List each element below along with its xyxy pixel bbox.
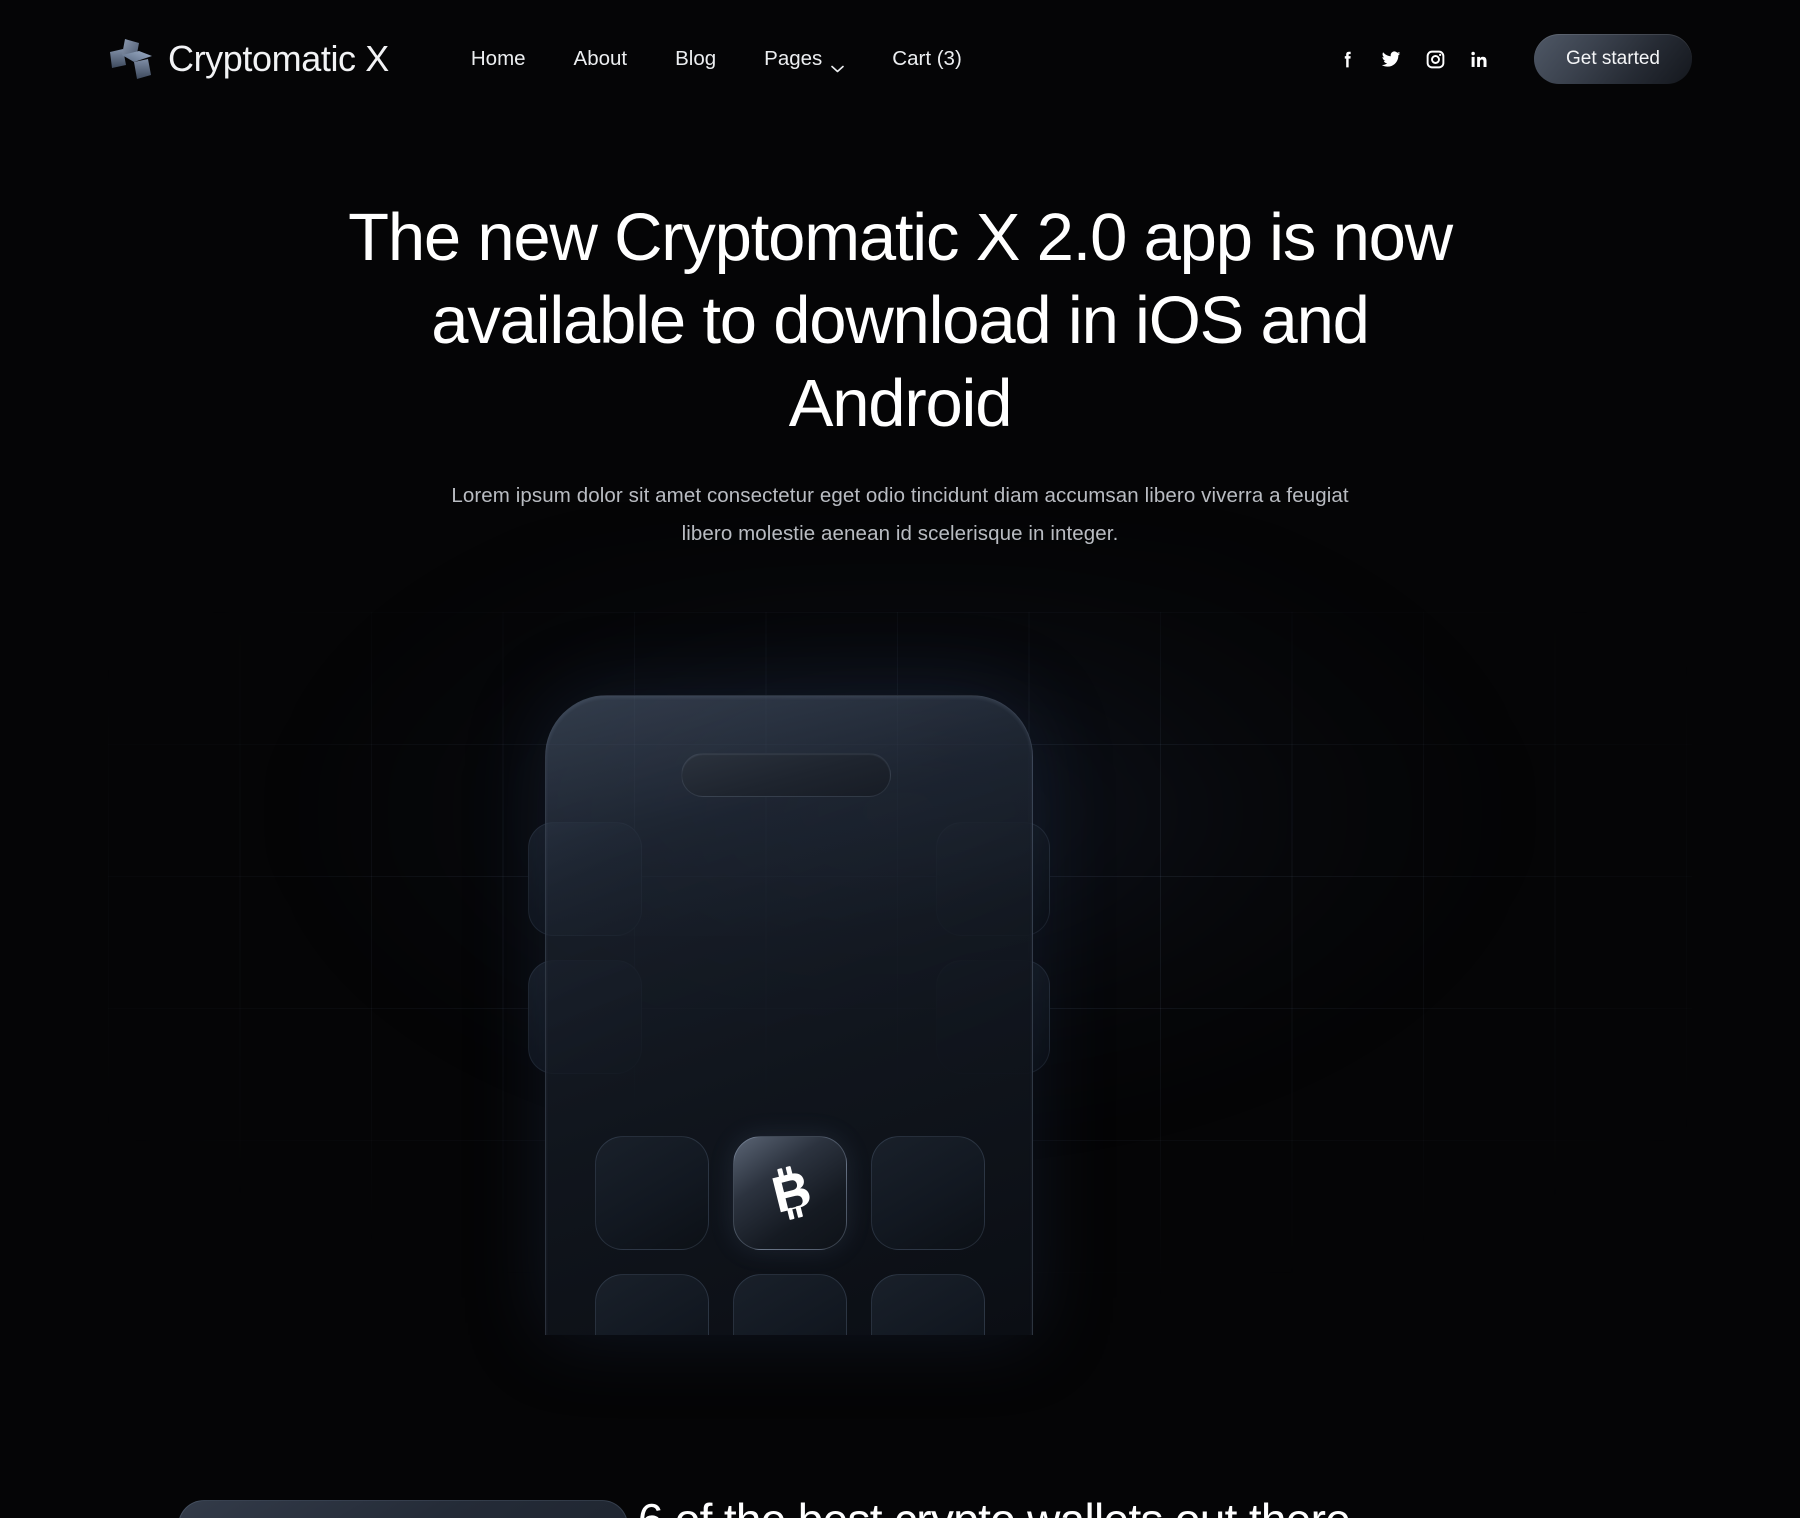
linkedin-icon[interactable]	[1468, 48, 1490, 70]
nav-item-blog[interactable]: Blog	[651, 47, 740, 71]
nav-item-label: Pages	[764, 47, 823, 70]
nav-item-label: Cart (3)	[892, 47, 962, 70]
brand-name: Cryptomatic X	[168, 38, 389, 79]
facebook-icon[interactable]	[1336, 48, 1358, 70]
nav-links: Home About Blog Pages Cart (3)	[447, 47, 986, 73]
nav-item-label: About	[573, 47, 628, 70]
navbar-right: Get started	[1336, 34, 1692, 84]
nav-item-home[interactable]: Home	[447, 47, 550, 71]
brand-logo[interactable]: Cryptomatic X	[108, 35, 389, 83]
page-title: The new Cryptomatic X 2.0 app is now ava…	[348, 200, 1453, 441]
nav-item-about[interactable]: About	[550, 47, 652, 71]
social-links	[1336, 48, 1490, 70]
twitter-icon[interactable]	[1380, 48, 1402, 70]
section-heading-text: 6 of the best crypto wallets out there	[638, 1492, 1351, 1518]
landing-page: Cryptomatic X Home About Blog Pages Cart…	[0, 0, 1800, 1518]
instagram-icon[interactable]	[1424, 48, 1446, 70]
chevron-down-icon	[831, 55, 845, 73]
hero-grid-background	[108, 612, 1692, 1324]
get-started-button[interactable]: Get started	[1534, 34, 1692, 84]
section-heading: 6 of the best crypto wallets out there	[0, 1492, 1800, 1518]
main-navbar: Cryptomatic X Home About Blog Pages Cart…	[0, 0, 1800, 118]
hero-subtitle: Lorem ipsum dolor sit amet consectetur e…	[451, 484, 1349, 545]
hero-section: The new Cryptomatic X 2.0 app is now ava…	[0, 196, 1800, 553]
nav-item-label: Home	[470, 47, 526, 70]
nav-item-label: Blog	[675, 47, 717, 70]
nav-item-pages[interactable]: Pages	[740, 47, 868, 73]
nav-item-cart[interactable]: Cart (3)	[868, 47, 985, 71]
cryptomatic-cross-logo-icon	[108, 35, 154, 83]
